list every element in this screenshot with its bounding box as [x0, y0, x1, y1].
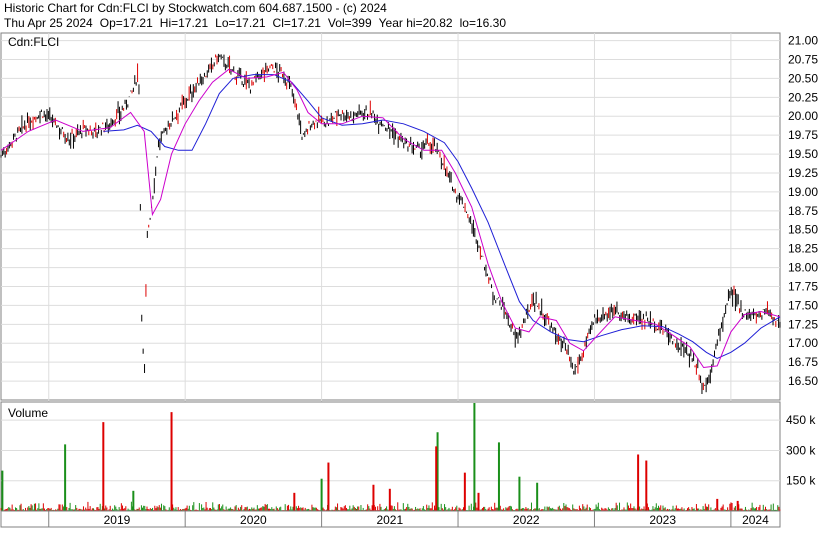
price-tick-label: 17.25: [788, 317, 818, 331]
year-label: 2019: [104, 513, 131, 527]
volume-tick-label: 150 k: [786, 474, 816, 488]
price-tick-label: 16.50: [788, 374, 818, 388]
year-label: 2022: [513, 513, 540, 527]
price-tick-label: 18.50: [788, 223, 818, 237]
price-tick-label: 20.25: [788, 90, 818, 104]
price-tick-label: 19.50: [788, 147, 818, 161]
volume-panel: 450 k 300 k 150 k: [0, 401, 816, 512]
year-label: 2020: [240, 513, 267, 527]
year-label: 2024: [742, 513, 769, 527]
year-label: 2021: [376, 513, 403, 527]
price-tick-label: 19.75: [788, 128, 818, 142]
price-tick-label: 18.00: [788, 261, 818, 275]
price-tick-label: 17.50: [788, 298, 818, 312]
price-tick-label: 19.25: [788, 166, 818, 180]
price-panel-label: Cdn:FLCI: [8, 35, 59, 49]
price-tick-label: 21.00: [788, 34, 818, 48]
price-tick-label: 18.75: [788, 204, 818, 218]
year-axis: 2019 2020 2021 2022 2023 2024: [0, 510, 781, 528]
price-tick-label: 17.00: [788, 336, 818, 350]
price-tick-label: 20.50: [788, 71, 818, 85]
year-label: 2023: [649, 513, 676, 527]
stock-chart: 21.00 20.75 20.50 20.25 20.00 19.75 19.50 19.25…: [0, 32, 818, 528]
volume-tick-label: 300 k: [786, 443, 816, 457]
price-tick-label: 18.25: [788, 242, 818, 256]
price-tick-label: 16.75: [788, 355, 818, 369]
price-tick-label: 20.00: [788, 109, 818, 123]
volume-tick-label: 450 k: [786, 413, 816, 427]
price-frame: [0, 32, 781, 401]
price-tick-label: 20.75: [788, 52, 818, 66]
price-tick-label: 17.75: [788, 279, 818, 293]
volume-panel-label: Volume: [8, 406, 48, 420]
price-tick-label: 19.00: [788, 185, 818, 199]
